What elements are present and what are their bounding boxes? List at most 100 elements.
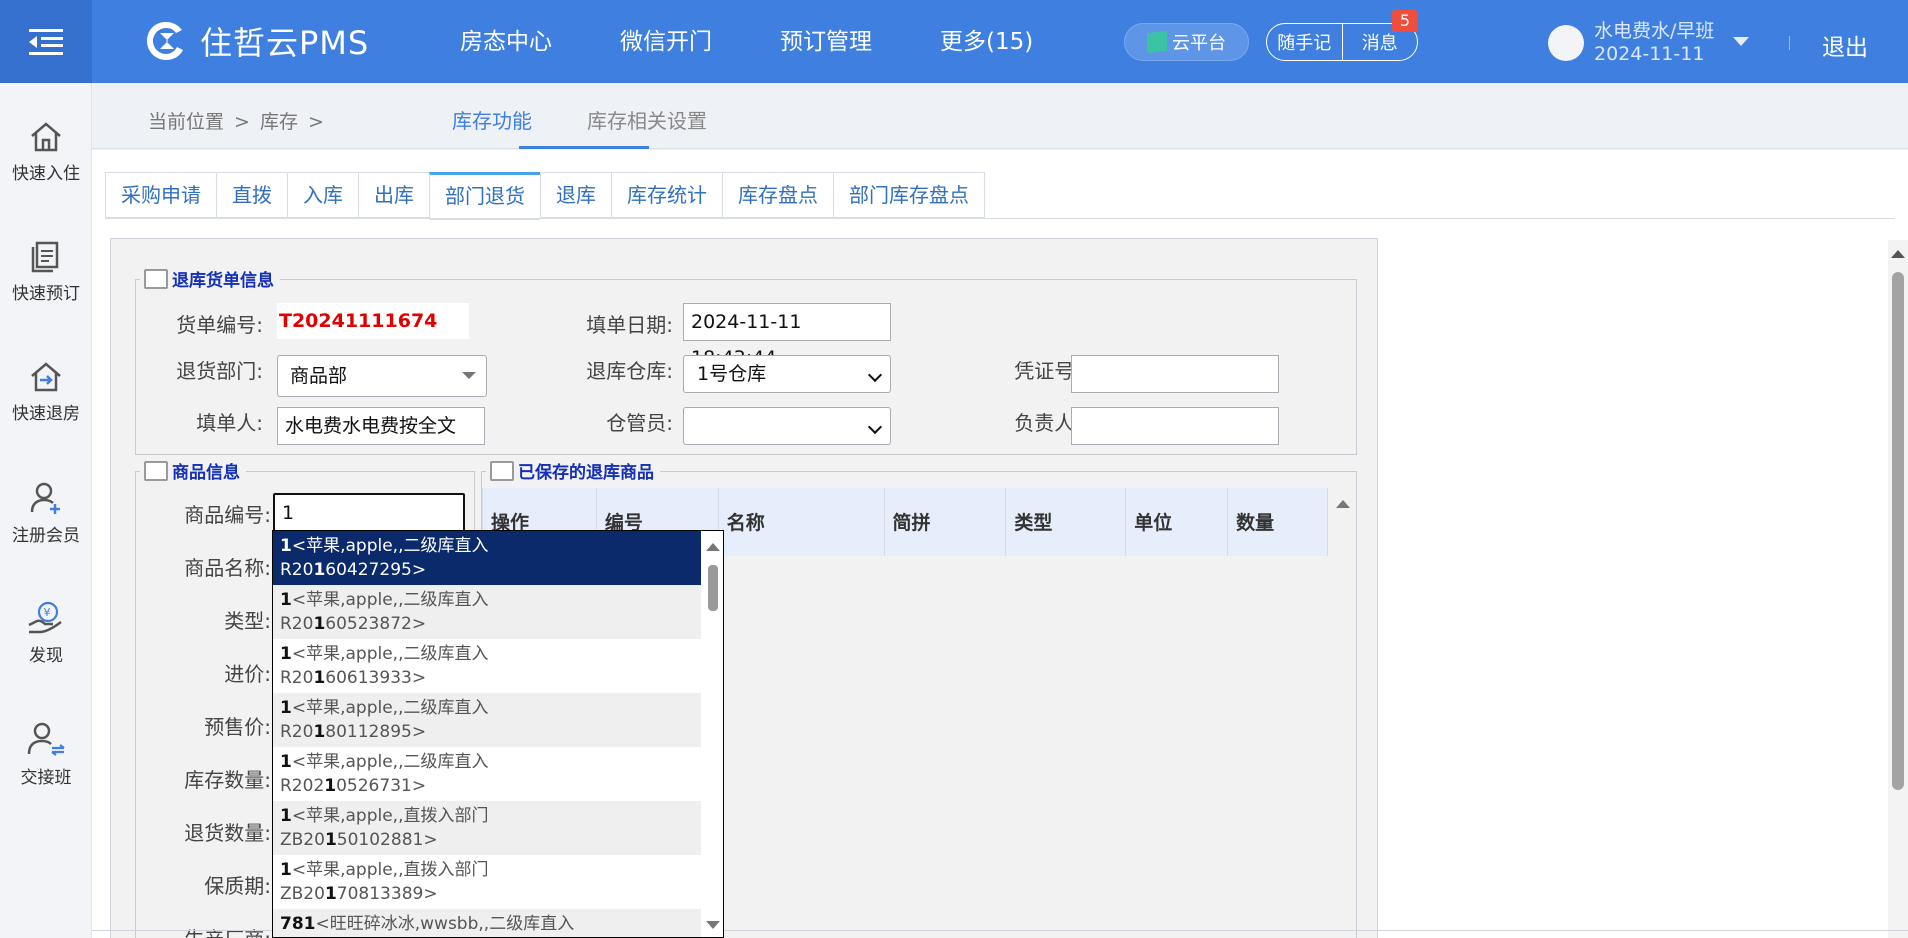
item-code: R20 xyxy=(280,560,314,580)
item-desc: <苹果,apple,,二级库直入 xyxy=(291,644,489,664)
col-type[interactable]: 类型 xyxy=(1006,488,1127,556)
dept-label: 退货部门: xyxy=(176,359,263,383)
scroll-thumb[interactable] xyxy=(1892,272,1904,790)
match-text: 1 xyxy=(324,830,337,850)
scroll-down-icon[interactable] xyxy=(706,921,720,929)
col-pinyin[interactable]: 简拼 xyxy=(885,488,1007,556)
breadcrumb: 当前位置 > 库存 > xyxy=(148,107,334,134)
col-unit[interactable]: 单位 xyxy=(1126,488,1229,556)
tab-direct-transfer[interactable]: 直拨 xyxy=(216,172,287,218)
item-code: R20 xyxy=(280,668,314,688)
goods-code-autocomplete: 1<苹果,apple,,二级库直入 R20160427295> 1<苹果,apple… xyxy=(272,530,724,938)
breadcrumb-trail: > xyxy=(307,111,324,133)
page-scrollbar[interactable] xyxy=(1888,240,1908,938)
presale-price-label: 预售价: xyxy=(204,715,271,739)
warehouse-select[interactable]: 1号仓库 xyxy=(683,355,891,393)
autocomplete-item[interactable]: 1<苹果,apple,,二级库直入 R20180112895> xyxy=(273,693,701,747)
tab-department-return[interactable]: 部门退货 xyxy=(429,172,540,220)
menu-toggle-button[interactable] xyxy=(0,0,92,83)
table-scroll-up-icon[interactable] xyxy=(1336,500,1350,508)
sidebar-item-register-member[interactable]: 注册会员 xyxy=(0,481,92,546)
saved-goods-title: 已保存的退库商品 xyxy=(518,463,654,483)
autocomplete-item[interactable]: 781<旺旺碎冰冰,wwsbb,,二级库直入 xyxy=(273,909,701,937)
tabs-divider xyxy=(105,218,1895,219)
user-menu[interactable]: 水电费水/早班 2024-11-11 xyxy=(1548,20,1714,66)
nav-room-status[interactable]: 房态中心 xyxy=(460,0,552,83)
tab-stock-out[interactable]: 出库 xyxy=(358,172,429,218)
goods-code-input[interactable]: 1 xyxy=(273,493,465,533)
voucher-field[interactable] xyxy=(1071,355,1279,393)
breadcrumb-current[interactable]: 库存 xyxy=(260,111,298,133)
sidebar-item-label: 交接班 xyxy=(20,768,72,788)
item-desc: <苹果,apple,,二级库直入 xyxy=(291,590,489,610)
tab-stock-in[interactable]: 入库 xyxy=(287,172,358,218)
logo-icon xyxy=(147,22,183,60)
tab-inventory-stats[interactable]: 库存统计 xyxy=(611,172,722,218)
scroll-up-icon[interactable] xyxy=(1891,250,1905,258)
tab-return-to-warehouse[interactable]: 退库 xyxy=(540,172,611,218)
keeper-select[interactable] xyxy=(683,407,891,445)
sidebar-item-shift-handover[interactable]: 交接班 xyxy=(0,721,92,788)
home-icon xyxy=(31,122,61,152)
tab-stocktake[interactable]: 库存盘点 xyxy=(722,172,833,218)
breadcrumb-prefix: 当前位置 xyxy=(148,111,225,133)
filler-field[interactable]: 水电费水电费按全文 xyxy=(277,407,485,445)
autocomplete-item[interactable]: 1<苹果,apple,,二级库直入 R20160427295> xyxy=(273,531,701,585)
nav-wechat-door[interactable]: 微信开门 xyxy=(620,0,712,83)
item-code: 60523872> xyxy=(325,614,427,634)
col-name[interactable]: 名称 xyxy=(719,488,885,556)
owner-field[interactable] xyxy=(1071,407,1279,445)
nav-more[interactable]: 更多(15) xyxy=(940,0,1033,83)
checkout-icon xyxy=(31,362,61,392)
tab-inventory-functions[interactable]: 库存功能 xyxy=(452,105,532,134)
stock-qty-label: 库存数量: xyxy=(184,768,271,792)
item-code: ZB20 xyxy=(280,830,325,850)
match-text: 1 xyxy=(313,560,326,580)
sidebar-item-quick-checkin[interactable]: 快速入住 xyxy=(0,121,92,184)
sidebar-item-discover[interactable]: ¥ 发现 xyxy=(0,601,92,666)
sidebar-item-quick-booking[interactable]: 快速预订 xyxy=(0,241,92,304)
cloud-platform-button[interactable]: 云平台 xyxy=(1124,23,1249,61)
item-desc: <苹果,apple,,直拨入部门 xyxy=(291,806,489,826)
caret-down-icon[interactable] xyxy=(1733,37,1749,46)
match-text: 1 xyxy=(313,614,326,634)
autocomplete-item[interactable]: 1<苹果,apple,,二级库直入 R20160523872> xyxy=(273,585,701,639)
scroll-thumb[interactable] xyxy=(708,565,718,611)
item-desc: <苹果,apple,,二级库直入 xyxy=(291,536,489,556)
form-icon xyxy=(144,460,168,481)
autocomplete-item[interactable]: 1<苹果,apple,,二级库直入 R20210526731> xyxy=(273,747,701,801)
fill-date-field[interactable]: 2024-11-11 18:43:44 xyxy=(683,303,891,369)
autocomplete-item[interactable]: 1<苹果,apple,,直拨入部门 ZB20150102881> xyxy=(273,801,701,855)
tab-inventory-settings[interactable]: 库存相关设置 xyxy=(587,105,707,134)
logout-button[interactable]: 退出 xyxy=(1822,28,1868,62)
function-tabs: 采购申请 直拨 入库 出库 部门退货 退库 库存统计 库存盘点 部门库存盘点 xyxy=(105,172,985,220)
main-nav: 房态中心 微信开门 预订管理 更多(15) xyxy=(460,0,1101,83)
dept-select[interactable]: 商品部 xyxy=(277,355,487,397)
cube-icon xyxy=(1147,30,1167,54)
booking-icon xyxy=(31,241,59,273)
item-code: 0526731> xyxy=(336,776,427,796)
col-quantity[interactable]: 数量 xyxy=(1228,488,1328,556)
sidebar-item-quick-checkout[interactable]: 快速退房 xyxy=(0,361,92,424)
autocomplete-scrollbar[interactable] xyxy=(703,531,723,937)
item-code: R20 xyxy=(280,614,314,634)
divider xyxy=(1789,36,1790,50)
return-info-legend: 退库货单信息 xyxy=(140,266,280,291)
scroll-up-icon[interactable] xyxy=(706,543,720,551)
match-text: 1 xyxy=(324,884,337,904)
match-text: 1 xyxy=(280,752,292,772)
item-code: 60427295> xyxy=(325,560,427,580)
purchase-price-label: 进价: xyxy=(224,662,271,686)
goods-info-title: 商品信息 xyxy=(172,463,240,483)
nav-reservations[interactable]: 预订管理 xyxy=(780,0,872,83)
brand-logo[interactable]: 住哲云PMS xyxy=(144,18,369,64)
logo-text: 住哲云PMS xyxy=(200,24,370,62)
autocomplete-item[interactable]: 1<苹果,apple,,二级库直入 R20160613933> xyxy=(273,639,701,693)
tab-purchase-request[interactable]: 采购申请 xyxy=(105,172,216,218)
sidebar-item-label: 快速预订 xyxy=(12,284,80,304)
notes-button[interactable]: 随手记 xyxy=(1267,24,1343,60)
discover-icon: ¥ xyxy=(28,601,62,634)
tab-department-stocktake[interactable]: 部门库存盘点 xyxy=(833,172,985,218)
sub-header: 当前位置 > 库存 > 库存功能 库存相关设置 xyxy=(92,83,1908,149)
autocomplete-item[interactable]: 1<苹果,apple,,直拨入部门 ZB20170813389> xyxy=(273,855,701,909)
